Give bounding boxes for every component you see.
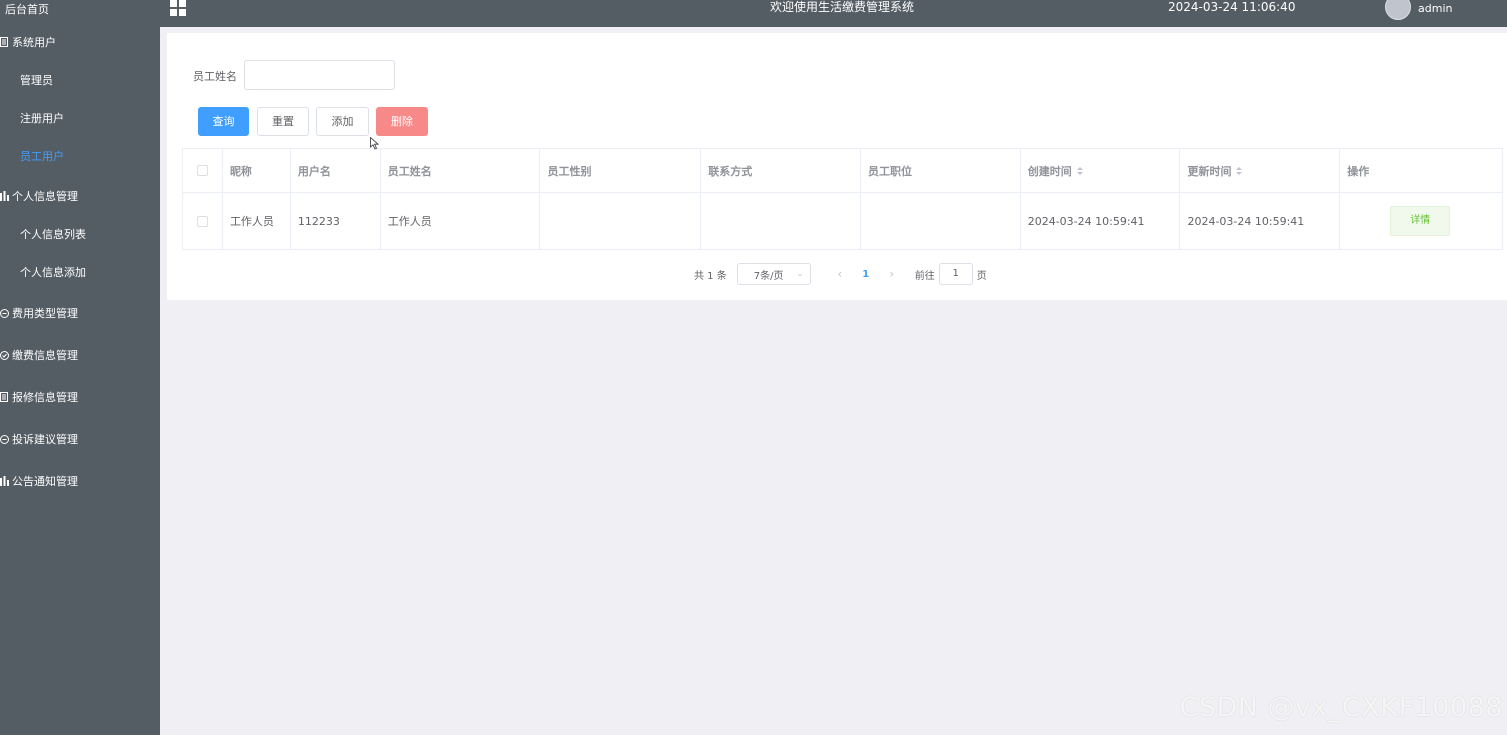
col-position: 员工职位	[861, 149, 1021, 192]
pagination-total: 共 1 条	[694, 270, 727, 282]
sidebar-item-registered-users[interactable]: 注册用户	[0, 100, 160, 138]
staff-name-input[interactable]	[244, 60, 395, 90]
cell-actions: 详情	[1340, 193, 1502, 249]
sidebar-group-label: 费用类型管理	[12, 307, 78, 320]
sidebar-item-personal-info-list[interactable]: 个人信息列表	[0, 216, 160, 254]
table-row: 工作人员 112233 工作人员 2024-03-24 10:59:41 202…	[183, 193, 1502, 249]
sidebar-group-repair-info[interactable]: 报修信息管理	[0, 376, 160, 418]
page-suffix-label: 页	[976, 270, 987, 282]
sidebar-group-complaints[interactable]: 投诉建议管理	[0, 418, 160, 460]
col-actions: 操作	[1347, 164, 1370, 178]
system-title: 欢迎使用生活缴费管理系统	[770, 0, 915, 14]
chevron-down-icon: ⌄	[796, 269, 804, 279]
sidebar-group-fee-types[interactable]: 费用类型管理	[0, 292, 160, 334]
check-circle-icon	[0, 350, 10, 360]
watermark: CSDN @vx_CXKF10088	[1179, 692, 1503, 723]
sidebar-group-label: 缴费信息管理	[12, 349, 78, 362]
cell-gender	[540, 193, 702, 249]
goto-label: 前往	[914, 270, 935, 282]
doc-icon	[0, 392, 10, 402]
page-number-current[interactable]: 1	[853, 269, 879, 280]
message-icon	[0, 308, 10, 318]
col-updated-time[interactable]: 更新时间	[1180, 149, 1341, 192]
col-label: 更新时间	[1187, 164, 1232, 178]
menu-grid-icon[interactable]	[170, 0, 187, 16]
cell-position	[861, 193, 1021, 249]
sidebar-item-home[interactable]: 后台首页	[0, 0, 160, 22]
sidebar-group-payment-info[interactable]: 缴费信息管理	[0, 334, 160, 376]
page-size-value: 7条/页	[753, 270, 784, 282]
table-header-row: 昵称 用户名 员工姓名 员工性别 联系方式 员工职位 创建时间 更新时间 操作	[183, 149, 1502, 193]
select-all-cell	[183, 149, 223, 192]
sort-icon[interactable]	[1076, 166, 1083, 176]
select-all-checkbox[interactable]	[196, 165, 208, 176]
message-icon	[0, 434, 10, 444]
col-label: 创建时间	[1027, 164, 1072, 178]
detail-button[interactable]: 详情	[1390, 206, 1451, 236]
doc-icon	[0, 37, 10, 47]
add-button[interactable]: 添加	[316, 107, 369, 136]
chart-icon	[0, 476, 10, 486]
col-contact: 联系方式	[701, 149, 861, 192]
col-staff-name: 员工姓名	[381, 149, 541, 192]
cell-nickname: 工作人员	[223, 193, 291, 249]
sidebar-group-label: 系统用户	[12, 36, 56, 49]
chart-icon	[0, 191, 10, 201]
sidebar: 后台首页 系统用户 管理员 注册用户 员工用户 个人信息管理 个人信息列表 个人…	[0, 0, 160, 735]
pagination: 共 1 条 7条/页 ⌄ ‹ 1 › 前往 1 页	[694, 263, 987, 285]
main-panel: 员工姓名 查询 重置 添加 删除 昵称 用户名 员工姓名 员工性别 联系方式 员…	[167, 33, 1507, 300]
sidebar-group-label: 报修信息管理	[12, 391, 78, 404]
sidebar-group-system-users[interactable]: 系统用户	[0, 22, 160, 62]
staff-table: 昵称 用户名 员工姓名 员工性别 联系方式 员工职位 创建时间 更新时间 操作 …	[182, 148, 1503, 250]
sort-icon[interactable]	[1236, 166, 1243, 176]
sidebar-group-label: 投诉建议管理	[12, 433, 78, 446]
header-datetime: 2024-03-24 11:06:40	[1168, 0, 1296, 14]
prev-page-icon[interactable]: ‹	[827, 267, 853, 281]
sidebar-item-personal-info-add[interactable]: 个人信息添加	[0, 254, 160, 292]
cell-username: 112233	[291, 193, 381, 249]
delete-button[interactable]: 删除	[376, 107, 428, 136]
mouse-cursor-icon	[370, 137, 379, 150]
row-checkbox[interactable]	[196, 215, 208, 227]
col-nickname: 昵称	[223, 149, 291, 192]
sidebar-group-label: 公告通知管理	[12, 475, 78, 488]
staff-name-label: 员工姓名	[193, 70, 237, 83]
header-username[interactable]: admin	[1418, 0, 1452, 17]
query-button[interactable]: 查询	[198, 107, 249, 136]
sidebar-item-staff-users[interactable]: 员工用户	[0, 138, 160, 176]
col-created-time[interactable]: 创建时间	[1021, 149, 1181, 192]
sidebar-group-label: 个人信息管理	[12, 190, 78, 203]
cell-contact	[701, 193, 861, 249]
col-username: 用户名	[291, 149, 381, 192]
sidebar-item-admin[interactable]: 管理员	[0, 62, 160, 100]
top-header: 欢迎使用生活缴费管理系统 2024-03-24 11:06:40 admin	[160, 0, 1507, 27]
page-size-select[interactable]: 7条/页 ⌄	[736, 263, 811, 285]
cell-staff-name: 工作人员	[381, 193, 541, 249]
cell-updated-time: 2024-03-24 10:59:41	[1180, 193, 1341, 249]
sidebar-group-announcements[interactable]: 公告通知管理	[0, 460, 160, 502]
col-staff-gender: 员工性别	[540, 149, 702, 192]
sidebar-group-personal-info[interactable]: 个人信息管理	[0, 176, 160, 216]
goto-page-input[interactable]: 1	[938, 263, 973, 285]
next-page-icon[interactable]: ›	[879, 267, 905, 281]
row-select-cell	[183, 193, 223, 249]
avatar[interactable]	[1385, 0, 1411, 20]
cell-created-time: 2024-03-24 10:59:41	[1021, 193, 1181, 249]
reset-button[interactable]: 重置	[257, 107, 309, 136]
